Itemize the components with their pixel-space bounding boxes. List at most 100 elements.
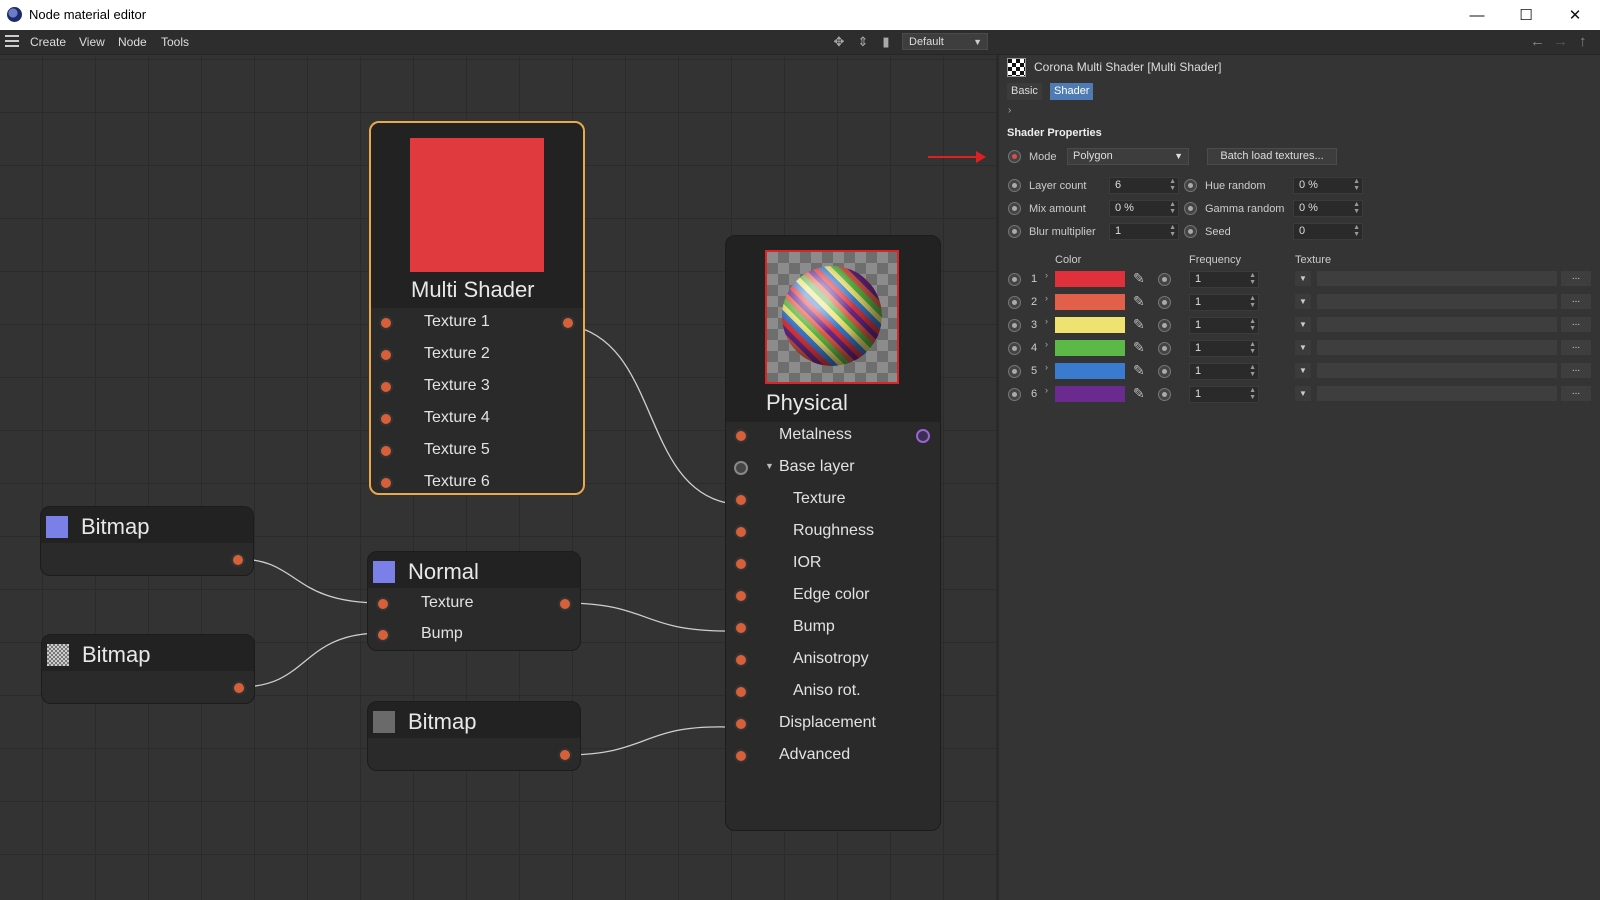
layer-color-swatch[interactable] [1055,271,1125,287]
frequency-animate-radio[interactable] [1158,342,1171,355]
eyedropper-icon[interactable]: ✎ [1133,293,1145,310]
eyedropper-icon[interactable]: ✎ [1133,339,1145,356]
frequency-field[interactable]: 1 ▲ ▼ [1189,317,1259,334]
input-port[interactable] [734,525,748,539]
bitmap-node[interactable]: Bitmap [40,506,254,576]
input-port[interactable] [734,589,748,603]
input-port[interactable] [734,493,748,507]
layer-animate-radio[interactable] [1008,319,1021,332]
texture-browse-button[interactable]: ... [1561,340,1591,355]
frequency-animate-radio[interactable] [1158,388,1171,401]
layout-select[interactable]: Default ▼ [902,33,988,50]
frequency-field[interactable]: 1 ▲ ▼ [1189,271,1259,288]
param-animate-radio[interactable] [1184,179,1197,192]
input-port[interactable] [734,461,748,475]
close-button[interactable]: ✕ [1552,3,1598,27]
layer-color-swatch[interactable] [1055,294,1125,310]
eyedropper-icon[interactable]: ✎ [1133,316,1145,333]
frequency-field[interactable]: 1 ▲ ▼ [1189,340,1259,357]
layer-color-swatch[interactable] [1055,317,1125,333]
seed-field[interactable]: 0 ▲ ▼ [1293,223,1363,240]
input-port[interactable] [734,621,748,635]
hamburger-icon[interactable] [5,35,19,48]
input-port[interactable] [376,597,390,611]
input-port[interactable] [376,628,390,642]
expand-chevron-icon[interactable]: › [1008,105,1011,116]
tab-shader[interactable]: Shader [1050,83,1094,100]
texture-menu-button[interactable]: ▼ [1295,340,1311,355]
input-port[interactable] [379,380,393,394]
layer-animate-radio[interactable] [1008,342,1021,355]
panel-toggle-icon[interactable]: ▮ [878,34,894,50]
collapse-triangle-icon[interactable]: ▼ [765,461,774,471]
expand-chevron-icon[interactable]: › [1045,293,1048,303]
expand-chevron-icon[interactable]: › [1045,385,1048,395]
input-port[interactable] [734,653,748,667]
param-animate-radio[interactable] [1008,225,1021,238]
texture-slot[interactable] [1317,340,1557,355]
back-arrow-icon[interactable]: ← [1530,33,1545,50]
input-port[interactable] [734,429,748,443]
multi-shader-node[interactable]: Multi Shader Texture 1 Texture 2 Texture… [369,121,585,495]
texture-menu-button[interactable]: ▼ [1295,271,1311,286]
layer-animate-radio[interactable] [1008,365,1021,378]
input-port[interactable] [379,444,393,458]
eyedropper-icon[interactable]: ✎ [1133,385,1145,402]
mix-amount-field[interactable]: 0 % ▲ ▼ [1109,200,1179,217]
layer-color-swatch[interactable] [1055,386,1125,402]
texture-browse-button[interactable]: ... [1561,363,1591,378]
param-animate-radio[interactable] [1008,179,1021,192]
output-port[interactable] [231,553,245,567]
output-port[interactable] [558,597,572,611]
eyedropper-icon[interactable]: ✎ [1133,270,1145,287]
pan-icon[interactable]: ✥ [831,34,847,50]
output-port[interactable] [558,748,572,762]
output-port[interactable] [232,681,246,695]
frequency-field[interactable]: 1 ▲ ▼ [1189,294,1259,311]
batch-load-button[interactable]: Batch load textures... [1207,148,1337,165]
bitmap-node[interactable]: Bitmap [41,634,255,704]
physical-node[interactable]: Physical Metalness ▼ Base layer Texture R… [725,235,941,831]
input-port[interactable] [379,316,393,330]
texture-slot[interactable] [1317,294,1557,309]
blur-multiplier-field[interactable]: 1 ▲ ▼ [1109,223,1179,240]
menu-tools[interactable]: Tools [161,35,189,49]
mode-dropdown[interactable]: Polygon ▼ [1067,148,1189,165]
expand-chevron-icon[interactable]: › [1045,339,1048,349]
input-port[interactable] [734,717,748,731]
texture-menu-button[interactable]: ▼ [1295,294,1311,309]
input-port[interactable] [379,412,393,426]
output-port[interactable] [916,429,930,443]
texture-slot[interactable] [1317,271,1557,286]
layer-animate-radio[interactable] [1008,273,1021,286]
texture-menu-button[interactable]: ▼ [1295,363,1311,378]
param-animate-radio[interactable] [1184,202,1197,215]
maximize-button[interactable]: ☐ [1503,3,1549,27]
up-arrow-icon[interactable]: ↑ [1579,33,1587,50]
texture-browse-button[interactable]: ... [1561,271,1591,286]
layer-animate-radio[interactable] [1008,296,1021,309]
menu-view[interactable]: View [79,35,105,49]
frequency-field[interactable]: 1 ▲ ▼ [1189,363,1259,380]
fit-icon[interactable]: ⇕ [855,34,871,50]
texture-browse-button[interactable]: ... [1561,294,1591,309]
expand-chevron-icon[interactable]: › [1045,362,1048,372]
gamma-random-field[interactable]: 0 % ▲ ▼ [1293,200,1363,217]
texture-slot[interactable] [1317,363,1557,378]
layer-animate-radio[interactable] [1008,388,1021,401]
input-port[interactable] [734,557,748,571]
input-port[interactable] [379,476,393,490]
layer-color-swatch[interactable] [1055,363,1125,379]
expand-chevron-icon[interactable]: › [1045,316,1048,326]
texture-slot[interactable] [1317,386,1557,401]
normal-node[interactable]: Normal Texture Bump [367,551,581,651]
frequency-animate-radio[interactable] [1158,319,1171,332]
frequency-animate-radio[interactable] [1158,365,1171,378]
bitmap-node[interactable]: Bitmap [367,701,581,771]
texture-menu-button[interactable]: ▼ [1295,317,1311,332]
mode-animate-radio[interactable] [1008,150,1021,163]
input-port[interactable] [734,749,748,763]
input-port[interactable] [379,348,393,362]
texture-menu-button[interactable]: ▼ [1295,386,1311,401]
hue-random-field[interactable]: 0 % ▲ ▼ [1293,177,1363,194]
